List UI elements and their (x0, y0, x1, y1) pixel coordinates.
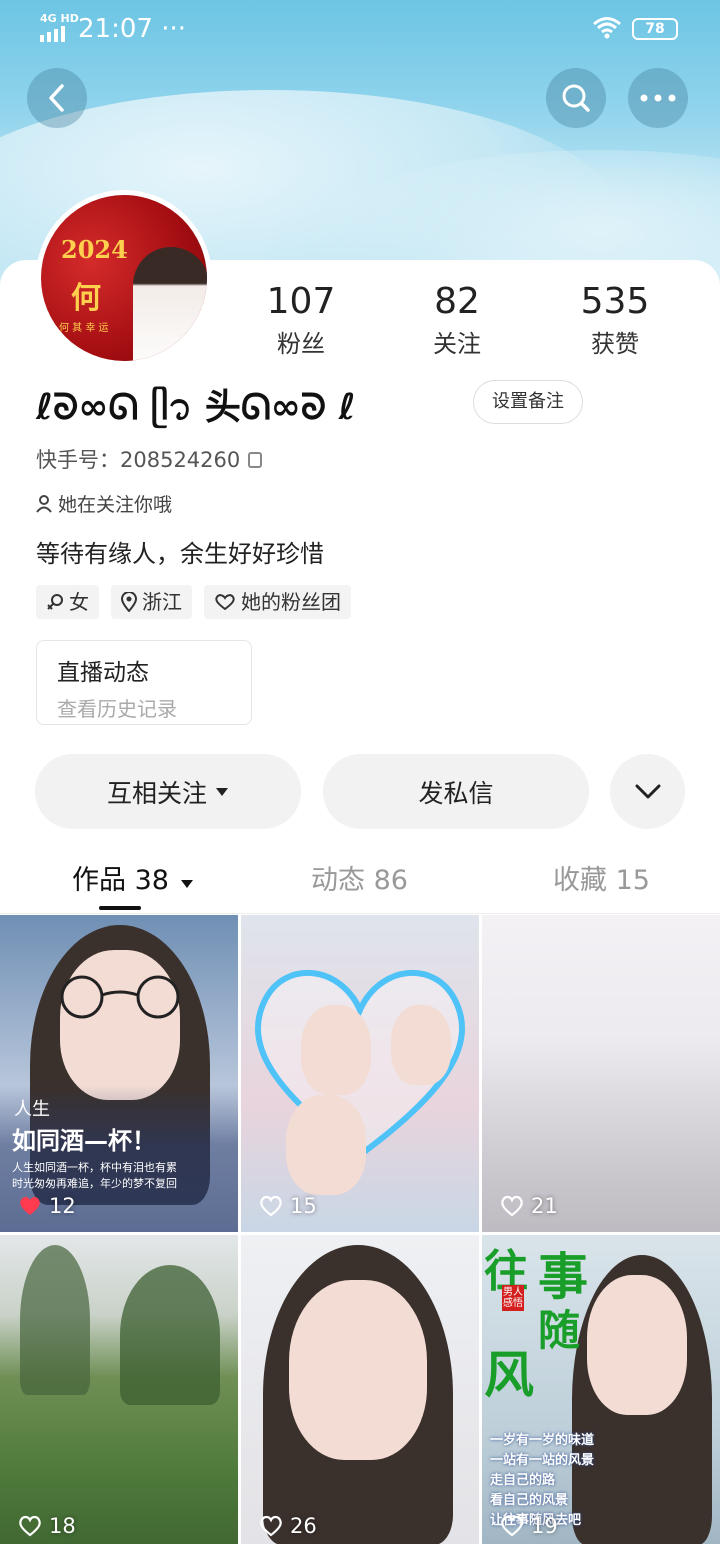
back-button[interactable] (27, 68, 87, 128)
nickname: ℓ⁠ᘐ∞ᘏ ᥫ᭡ 头ᘏ∞ᘐ ℓ (36, 387, 356, 428)
heart-icon (260, 1515, 282, 1537)
stat-label: 粉丝 (277, 330, 325, 358)
chevron-left-icon (49, 84, 64, 112)
video-figure (60, 950, 180, 1100)
like-count: 18 (18, 1514, 76, 1538)
like-count: 19 (500, 1514, 558, 1538)
work-caption: 一岁有一岁的味道 (490, 1433, 595, 1448)
stat-label: 关注 (433, 330, 481, 358)
status-time: 21:07 ··· (78, 14, 186, 44)
glasses-graphic (60, 975, 180, 1019)
caret-down-icon (180, 880, 193, 888)
stat-likes[interactable]: 535 获赞 (550, 282, 680, 359)
more-icon (640, 94, 676, 102)
work-caption: 随 (538, 1306, 581, 1355)
live-subtitle: 查看历史记录 (57, 697, 177, 721)
work-caption: 风 (484, 1345, 534, 1404)
stat-fans[interactable]: 107 粉丝 (236, 282, 366, 359)
heart-icon (19, 1515, 41, 1537)
video-figure (587, 1275, 687, 1415)
divider (0, 913, 720, 914)
work-caption: 走自己的路 (490, 1473, 556, 1488)
caret-down-icon (216, 787, 228, 796)
avatar-figure (133, 247, 207, 361)
follows-you-note: 她在关注你哦 (36, 490, 172, 517)
location-icon (121, 592, 137, 612)
fan-group-icon (215, 594, 235, 610)
signal-label: 4G HD (40, 12, 79, 25)
more-button[interactable] (628, 68, 688, 128)
chevron-down-icon (635, 784, 660, 798)
video-figure (391, 1005, 451, 1085)
tree-graphic (120, 1265, 220, 1405)
avatar-slogan-text: 何 其 幸 运 (59, 323, 109, 334)
like-count: 26 (259, 1514, 317, 1538)
video-figure (289, 1280, 427, 1460)
tag-fan-group[interactable]: 她的粉丝团 (204, 585, 351, 619)
heart-filled-icon (20, 1197, 40, 1215)
heart-icon (501, 1195, 523, 1217)
profile-tags: 女 浙江 她的粉丝团 (36, 585, 351, 619)
avatar[interactable]: 2024 何 何 其 幸 运 (36, 190, 212, 366)
video-figure (286, 1095, 366, 1195)
work-thumbnail[interactable]: 26 (241, 1235, 479, 1544)
live-history-card[interactable]: 直播动态 查看历史记录 (36, 640, 252, 725)
stat-label: 获赞 (591, 330, 639, 358)
heart-icon (260, 1195, 282, 1217)
video-figure (301, 1005, 371, 1095)
mutual-follow-button[interactable]: 互相关注 (35, 754, 301, 829)
work-caption: 人生如同酒一杯，杯中有泪也有累 (12, 1161, 177, 1174)
work-thumbnail[interactable]: 15 (241, 915, 479, 1232)
tag-location: 浙江 (111, 585, 192, 619)
stat-number: 107 (266, 281, 336, 322)
work-thumbnail[interactable]: 21 (482, 915, 720, 1232)
expand-button[interactable] (610, 754, 685, 829)
kuaishou-id: 快手号：208524260 (36, 444, 263, 474)
heart-icon (501, 1515, 523, 1537)
avatar-year-text: 2024 (61, 235, 128, 264)
signal-icon (40, 26, 65, 42)
tab-indicator (99, 906, 141, 910)
stat-following[interactable]: 82 关注 (392, 282, 522, 359)
like-count: 12 (18, 1194, 76, 1218)
work-thumbnail[interactable]: 18 (0, 1235, 238, 1544)
like-count: 15 (259, 1194, 317, 1218)
battery-icon: 78 (632, 18, 678, 40)
bio: 等待有缘人，余生好好珍惜 (36, 540, 324, 568)
work-caption: 看自己的风景 (490, 1493, 569, 1508)
set-remark-button[interactable]: 设置备注 (473, 380, 583, 424)
tag-gender: 女 (36, 585, 99, 619)
user-icon (36, 495, 52, 513)
work-thumbnail[interactable]: 往 事 随 风 男人感悟 一岁有一岁的味道 一站有一站的风景 走自己的路 看自己… (482, 1235, 720, 1544)
tab-moments[interactable]: 动态 86 (311, 858, 408, 897)
copy-icon[interactable] (248, 452, 263, 468)
status-bar: 4G HD 21:07 ··· 78 (0, 10, 720, 50)
stat-number: 82 (434, 281, 480, 322)
work-caption: 人生 (14, 1099, 50, 1120)
send-message-button[interactable]: 发私信 (323, 754, 589, 829)
live-title: 直播动态 (57, 660, 149, 686)
wifi-icon (592, 16, 622, 46)
avatar-image: 2024 何 何 其 幸 运 (41, 195, 207, 361)
work-caption-tag: 男人感悟 (502, 1285, 524, 1311)
search-button[interactable] (546, 68, 606, 128)
tab-favorites[interactable]: 收藏 15 (553, 858, 650, 897)
tab-works[interactable]: 作品 38 (72, 858, 194, 897)
like-count: 21 (500, 1194, 558, 1218)
work-thumbnail[interactable]: 人生 如同酒—杯！ 人生如同酒一杯，杯中有泪也有累 时光匆匆再难追，年少的梦不复… (0, 915, 238, 1232)
work-caption: 时光匆匆再难追，年少的梦不复回 (12, 1177, 177, 1190)
stat-number: 535 (580, 281, 650, 322)
female-icon (47, 594, 63, 610)
search-icon (562, 84, 590, 112)
avatar-name-text: 何 (71, 281, 101, 316)
tree-graphic (20, 1245, 90, 1395)
work-caption: 如同酒—杯！ (12, 1127, 156, 1155)
work-caption: 一站有一站的风景 (490, 1453, 595, 1468)
